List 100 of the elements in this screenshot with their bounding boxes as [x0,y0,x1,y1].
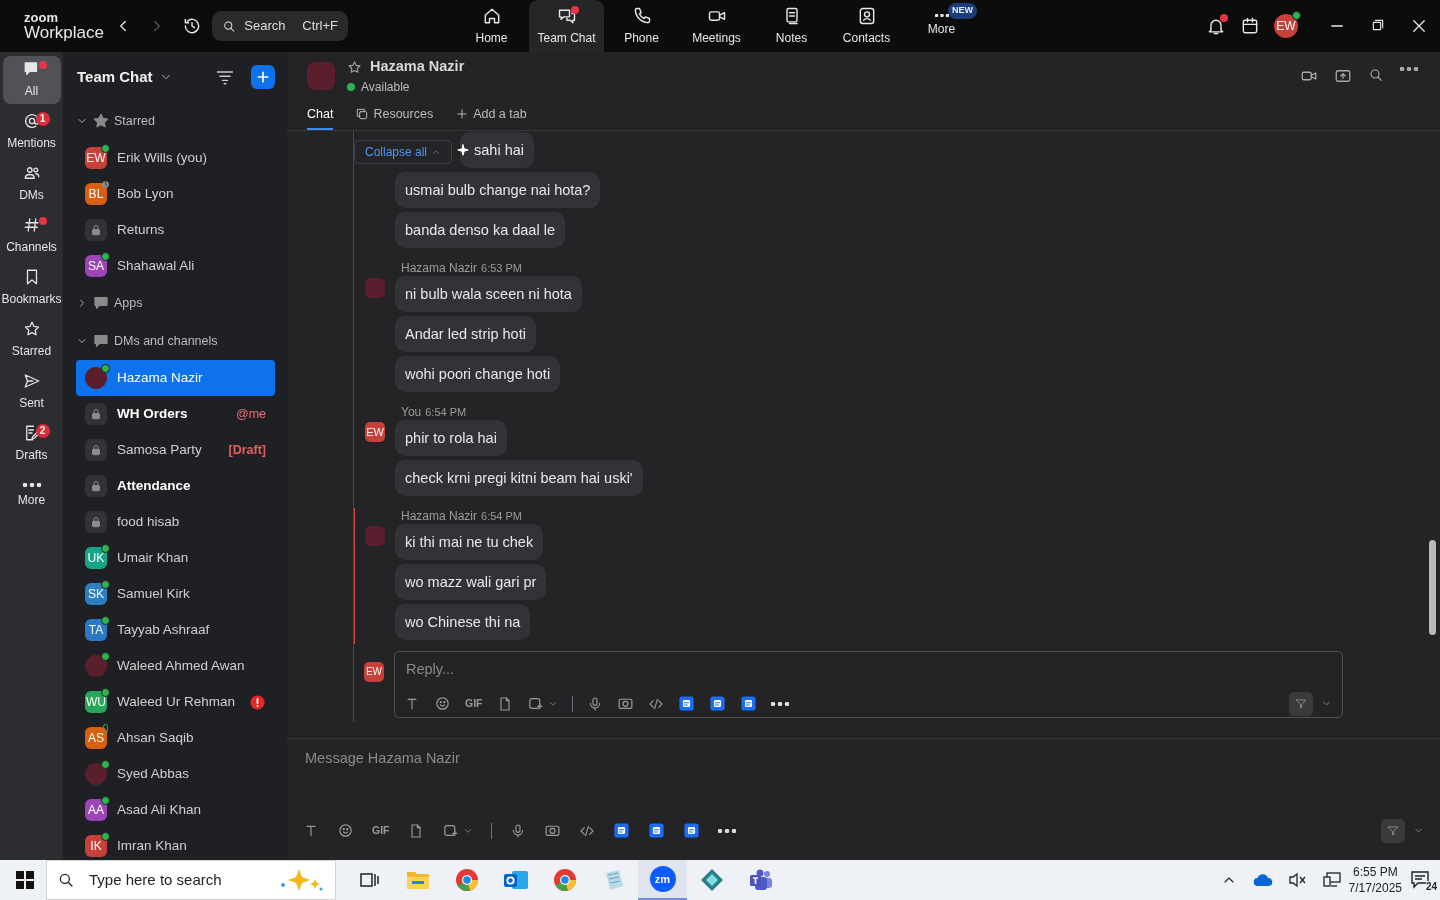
nav-tab[interactable]: Contacts [829,0,904,52]
speaker-muted-icon[interactable] [1288,872,1307,888]
rail-tab[interactable]: Starred [2,316,61,364]
star-icon[interactable] [347,59,362,75]
chat-tab[interactable]: Chat [307,100,334,130]
mail-app-icon[interactable] [502,868,529,892]
message-bubble: check krni pregi kitni beam hai uski' [395,460,643,496]
browser-icon[interactable] [552,868,577,892]
sparkle-icon[interactable] [456,143,471,157]
gif-button[interactable]: GIF [372,822,390,839]
app-icon[interactable] [739,695,757,713]
user-avatar[interactable]: EW [1274,14,1298,38]
scrollbar-thumb[interactable] [1429,540,1436,635]
app-icon[interactable] [682,822,700,840]
diamond-app-icon[interactable] [699,868,724,892]
nav-tab[interactable]: NEW More [904,0,979,52]
section-header[interactable]: DMs and channels [76,322,275,360]
history-icon[interactable] [182,16,202,36]
send-button[interactable] [1381,818,1405,843]
star-icon [22,320,41,338]
sidebar-title[interactable]: Team Chat [77,65,153,89]
conversation-item[interactable]: AS Ahsan Saqib [76,720,275,756]
nav-tab[interactable]: Meetings [679,0,754,52]
avatar: SA [85,255,107,277]
browser-icon[interactable] [454,868,479,892]
lock-icon [89,223,103,237]
chat-tab[interactable]: Resources [355,100,434,130]
app-icon[interactable] [647,822,665,840]
conversation-item[interactable]: UK Umair Khan [76,540,275,576]
conversation-item[interactable]: BL Bob Lyon [76,176,275,212]
rail-tab[interactable]: Drafts 2 [2,420,61,468]
new-chat-button[interactable] [251,65,275,89]
team-app-icon[interactable] [747,868,774,892]
nav-tab[interactable]: Team Chat [529,0,604,52]
conversation-item[interactable]: Samosa Party [Draft] [76,432,275,468]
section-header[interactable]: Starred [76,102,275,140]
share-screen-icon[interactable] [1334,67,1352,85]
search-icon[interactable] [1368,67,1384,83]
nav-tab[interactable]: Phone [604,0,679,52]
restore-icon[interactable] [1370,17,1386,33]
chat-bubble-icon [92,294,110,312]
calendar-icon[interactable] [1240,16,1260,36]
message-bubble: sahi hai [460,132,535,168]
logo-text: zoom [24,11,59,24]
clock-date: 7/17/2025 [1348,880,1402,896]
chat-tab[interactable]: Add a tab [455,100,527,130]
rail-tab[interactable]: Bookmarks [2,264,61,312]
gif-button[interactable]: GIF [465,695,483,712]
conversation-item[interactable]: Waleed Ahmed Awan [76,648,275,684]
more-icon[interactable] [717,828,736,833]
presence-dot [347,82,355,91]
app-icon[interactable] [677,695,695,713]
windows-logo-icon[interactable] [16,871,34,889]
taskbar-search-box[interactable]: Type here to search [46,860,336,900]
conversation-item[interactable]: Hazama Nazir [76,360,275,396]
conversation-item[interactable]: SA Shahawal Ali [76,248,275,284]
more-icon[interactable] [770,701,789,706]
avatar: AS [85,727,107,749]
emoji-icon[interactable] [434,695,451,713]
conversation-item[interactable]: WU Waleed Ur Rehman [76,684,275,720]
cloud-icon[interactable] [1252,873,1273,887]
avatar: EW [364,661,384,682]
reply-field[interactable]: Reply... GIF [394,651,1343,718]
nav-tab[interactable]: Home [454,0,529,52]
search-field[interactable]: Search [242,15,297,37]
nav-tab[interactable]: Notes [754,0,829,52]
conversation-item[interactable]: Returns [76,212,275,248]
contact-name: Hazama Nazir [117,368,203,387]
rail-tab[interactable]: Mentions 1 [2,108,61,156]
contact-name: Returns [117,220,165,239]
folder-icon[interactable] [405,869,430,891]
taskbar-search-field[interactable]: Type here to search [87,867,247,893]
conversation-item[interactable]: Attendance [76,468,275,504]
app-icon[interactable] [612,822,630,840]
more-icon[interactable] [1400,67,1418,71]
conversation-item[interactable]: AA Asad Ali Khan [76,792,275,828]
rail-tab[interactable]: All [2,56,61,104]
rail-tab[interactable]: DMs [2,160,61,208]
conversation-item[interactable]: TA Tayyab Ashraaf [76,612,275,648]
conversation-item[interactable]: WH Orders @me [76,396,275,432]
conversation-item[interactable]: food hisab [76,504,275,540]
conversation-item[interactable]: EW Erik Wills (you) [76,140,275,176]
collapse-all-button[interactable]: Collapse all [354,140,453,164]
network-icon[interactable] [1322,872,1341,888]
conversation-item[interactable]: Syed Abbas [76,756,275,792]
rail-tab[interactable]: Sent [2,368,61,416]
contact-name: Waleed Ur Rehman [117,692,236,711]
contact-name: Waleed Ahmed Awan [117,656,245,675]
rail-tab[interactable]: More [2,472,61,520]
rail-tab[interactable]: Channels [2,212,61,260]
count-badge: 1 [35,112,50,126]
conversation-item[interactable]: SK Samuel Kirk [76,576,275,612]
task-view-icon[interactable] [358,870,379,890]
send-button[interactable] [1289,691,1313,716]
emoji-icon[interactable] [337,822,354,840]
search-box[interactable]: Search Ctrl+F [212,11,348,41]
close-icon[interactable] [1410,17,1428,35]
app-icon[interactable] [708,695,726,713]
section-header[interactable]: Apps [76,284,275,322]
video-app-icon[interactable]: zm [649,866,676,892]
